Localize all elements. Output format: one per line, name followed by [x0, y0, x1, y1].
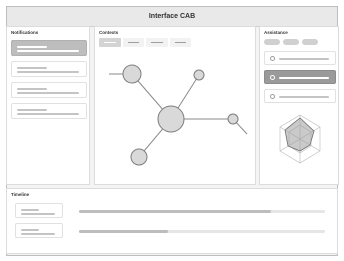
radar-shape: [284, 117, 315, 152]
graph-node[interactable]: [130, 148, 148, 166]
context-graph: [109, 64, 248, 166]
timeline-track[interactable]: [79, 210, 325, 213]
notification-item[interactable]: [11, 40, 87, 56]
radar-chart: [279, 114, 321, 164]
title-bar: Interface CAB: [7, 7, 337, 27]
timeline-track[interactable]: [79, 230, 325, 233]
event-line: [21, 229, 39, 231]
timeline-title: Timeline: [11, 192, 30, 197]
notification-line: [17, 92, 79, 94]
graph-node[interactable]: [157, 105, 185, 133]
notification-line: [17, 46, 47, 48]
event-line: [21, 209, 39, 211]
notification-line: [17, 109, 47, 111]
notification-line: [17, 50, 79, 52]
notification-line: [17, 71, 79, 73]
timeline-progress: [79, 210, 271, 213]
timeline-event[interactable]: [15, 223, 63, 238]
event-line: [21, 233, 55, 235]
event-line: [21, 213, 55, 215]
timeline-progress: [79, 230, 168, 233]
window-title: Interface CAB: [148, 13, 196, 20]
assistance-panel: Assistance: [259, 26, 339, 185]
notifications-title: Notifications: [11, 30, 39, 35]
notification-line: [17, 113, 79, 115]
graph-node[interactable]: [227, 113, 239, 125]
notification-line: [17, 67, 47, 69]
contexts-panel: Contexts: [94, 26, 256, 185]
notification-item[interactable]: [11, 82, 87, 98]
graph-node[interactable]: [193, 69, 205, 81]
notification-item[interactable]: [11, 103, 87, 119]
notification-line: [17, 88, 47, 90]
notification-item[interactable]: [11, 61, 87, 77]
graph-node[interactable]: [122, 64, 142, 84]
timeline-event[interactable]: [15, 203, 63, 218]
timeline-panel: Timeline: [6, 188, 338, 254]
notifications-panel: Notifications: [6, 26, 90, 185]
